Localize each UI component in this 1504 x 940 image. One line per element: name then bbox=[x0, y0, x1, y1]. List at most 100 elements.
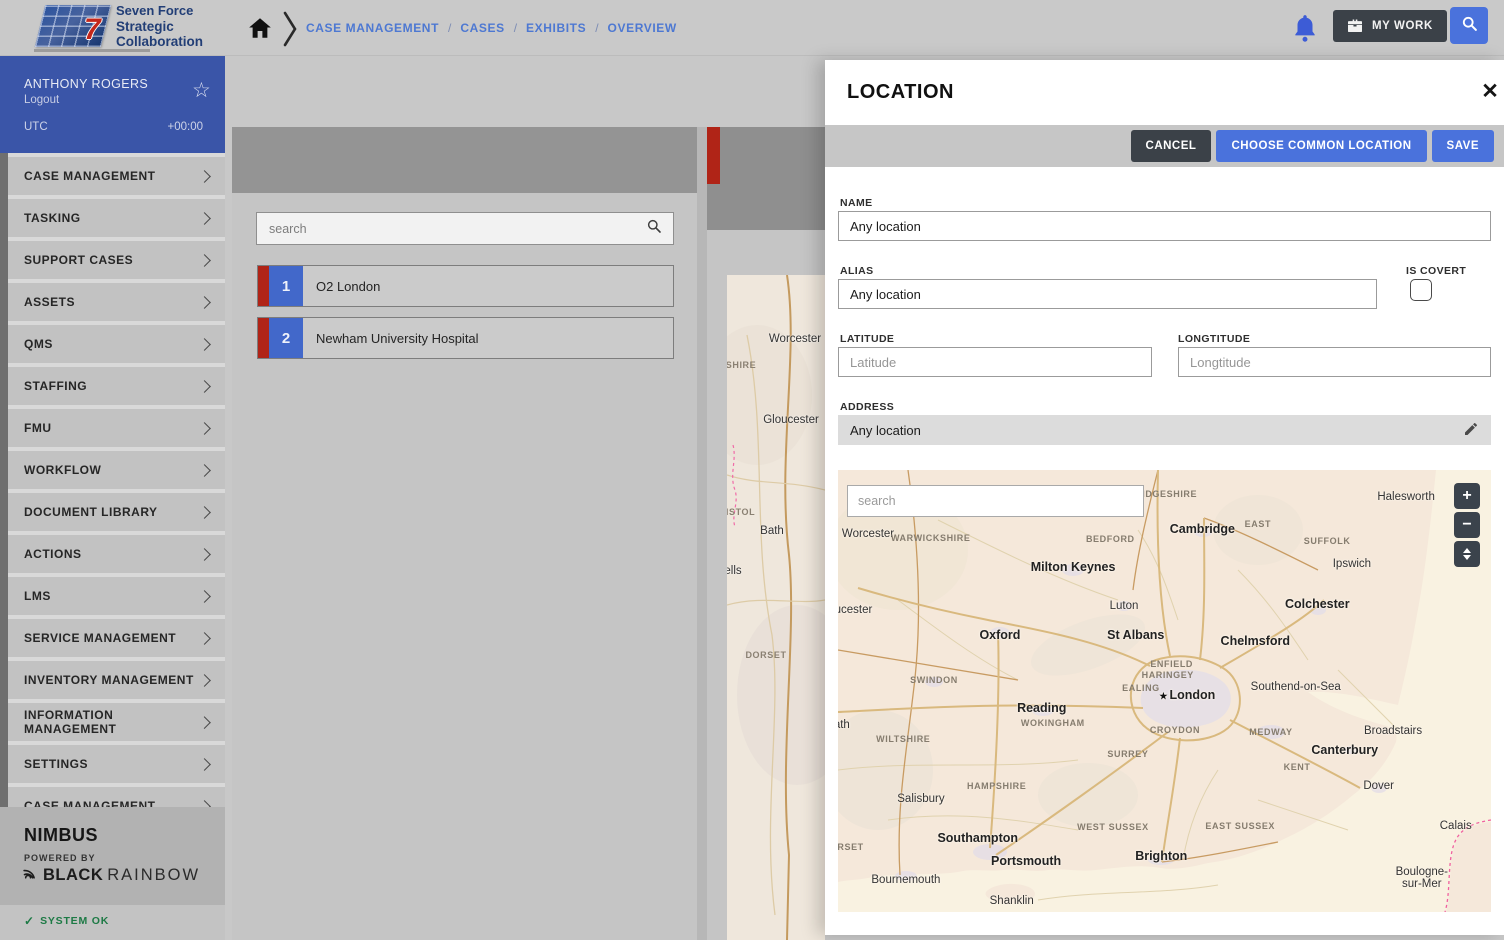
map-label: Worcester bbox=[842, 528, 894, 540]
sidebar-item-label: LMS bbox=[24, 589, 51, 603]
map-label: Brighton bbox=[1135, 849, 1187, 863]
search-icon[interactable] bbox=[646, 218, 662, 239]
map-label: Calais bbox=[1440, 820, 1472, 832]
name-field[interactable] bbox=[838, 211, 1491, 241]
map-label: EALING bbox=[1122, 683, 1160, 693]
zoom-in-button[interactable]: + bbox=[1454, 483, 1480, 509]
sidebar-item[interactable]: LMS bbox=[8, 577, 225, 615]
chevron-right-icon bbox=[198, 758, 211, 771]
user-name: ANTHONY ROGERS bbox=[24, 77, 148, 91]
notifications-bell-icon[interactable] bbox=[1292, 13, 1318, 43]
sidebar-item[interactable]: TASKING bbox=[8, 199, 225, 237]
cancel-button[interactable]: CANCEL bbox=[1131, 130, 1212, 162]
top-header: 7 Seven Force Strategic Collaboration CA… bbox=[0, 0, 1504, 56]
map-label: SURREY bbox=[1107, 749, 1148, 759]
exhibits-search-input[interactable] bbox=[257, 222, 646, 236]
exhibit-list-item[interactable]: 2Newham University Hospital bbox=[257, 317, 674, 359]
my-work-button[interactable]: MY WORK bbox=[1333, 10, 1447, 42]
exhibit-label: Newham University Hospital bbox=[303, 318, 479, 358]
sidebar-item-label: SUPPORT CASES bbox=[24, 253, 133, 267]
sidebar-item[interactable]: CASE MANAGEMENT bbox=[8, 157, 225, 195]
chevron-right-icon bbox=[198, 674, 211, 687]
background-map-label: DORSET bbox=[745, 650, 786, 660]
home-icon[interactable] bbox=[247, 15, 273, 41]
overview-panel: WorcesterSHIREGloucesterRISTOLBathellsDO… bbox=[707, 127, 825, 940]
zoom-out-button[interactable]: − bbox=[1454, 512, 1480, 538]
sidebar-footer: NIMBUS POWERED BY BLACKRAINBOW bbox=[0, 807, 225, 905]
logo-line1: Seven Force bbox=[116, 3, 203, 19]
name-label: NAME bbox=[840, 197, 873, 209]
save-button[interactable]: SAVE bbox=[1432, 130, 1494, 162]
exhibits-panel-header bbox=[232, 127, 697, 193]
exhibits-list: 1O2 London 2Newham University Hospital bbox=[257, 265, 674, 369]
breadcrumb-item[interactable]: OVERVIEW bbox=[608, 21, 677, 35]
sidebar-item[interactable]: SETTINGS bbox=[8, 745, 225, 783]
chevron-right-icon bbox=[198, 170, 211, 183]
map-label: Bournemouth bbox=[871, 874, 940, 886]
brand-rainbow: RAINBOW bbox=[107, 866, 200, 885]
powered-by-label: POWERED BY bbox=[24, 853, 96, 863]
map-label: Gloucester bbox=[838, 604, 872, 616]
rainbow-icon bbox=[22, 865, 39, 886]
exhibit-number-badge: 2 bbox=[269, 318, 303, 358]
sidebar-item[interactable]: ACTIONS bbox=[8, 535, 225, 573]
background-map-label: RISTOL bbox=[727, 507, 755, 517]
logout-link[interactable]: Logout bbox=[24, 94, 59, 106]
alias-field[interactable] bbox=[838, 279, 1377, 309]
is-covert-checkbox[interactable] bbox=[1410, 279, 1432, 301]
edit-pencil-icon[interactable] bbox=[1463, 421, 1479, 440]
map-zoom-controls: + − bbox=[1454, 483, 1480, 567]
brand-black: BLACK bbox=[43, 866, 103, 885]
breadcrumb-item[interactable]: CASES bbox=[460, 21, 504, 35]
latitude-field[interactable] bbox=[838, 347, 1152, 377]
breadcrumb-item[interactable]: CASE MANAGEMENT bbox=[306, 21, 439, 35]
background-map: WorcesterSHIREGloucesterRISTOLBathellsDO… bbox=[727, 275, 825, 940]
sidebar-item-label: ACTIONS bbox=[24, 547, 82, 561]
exhibit-list-item[interactable]: 1O2 London bbox=[257, 265, 674, 307]
sidebar-item[interactable]: INFORMATION MANAGEMENT bbox=[8, 703, 225, 741]
sidebar-item[interactable]: DOCUMENT LIBRARY bbox=[8, 493, 225, 531]
close-icon[interactable]: ✕ bbox=[1473, 74, 1504, 108]
seven-force-logo-text: Seven Force Strategic Collaboration bbox=[116, 3, 203, 50]
sidebar-item-label: SETTINGS bbox=[24, 757, 88, 771]
sidebar-item[interactable]: CASE MANAGEMENT bbox=[8, 787, 225, 807]
exhibits-scrollbar[interactable] bbox=[697, 127, 707, 940]
chevron-right-icon bbox=[198, 464, 211, 477]
sidebar-item-label: FMU bbox=[24, 421, 52, 435]
sidebar-item[interactable]: WORKFLOW bbox=[8, 451, 225, 489]
chevron-right-icon bbox=[198, 380, 211, 393]
location-toolbar: CANCEL CHOOSE COMMON LOCATION SAVE bbox=[825, 125, 1504, 167]
map-label: Bath bbox=[838, 719, 850, 731]
map-label: Cambridge bbox=[1170, 522, 1235, 536]
global-search-button[interactable] bbox=[1450, 7, 1488, 44]
location-map[interactable]: CAMBRIDGESHIREHalesworthCambridgeEASTWor… bbox=[838, 470, 1491, 912]
map-label: Chelmsford bbox=[1221, 634, 1290, 648]
chevron-right-icon bbox=[198, 254, 211, 267]
favorite-star-icon[interactable]: ☆ bbox=[192, 78, 211, 103]
sidebar-item[interactable]: SUPPORT CASES bbox=[8, 241, 225, 279]
map-label: Broadstairs bbox=[1364, 725, 1422, 737]
sidebar-item[interactable]: QMS bbox=[8, 325, 225, 363]
timezone-label: UTC bbox=[24, 121, 48, 133]
sidebar-item[interactable]: INVENTORY MANAGEMENT bbox=[8, 661, 225, 699]
my-work-label: MY WORK bbox=[1372, 20, 1433, 32]
map-label: Ipswich bbox=[1333, 558, 1371, 570]
sidebar-nav: CASE MANAGEMENT TASKING SUPPORT CASES ASSET… bbox=[0, 153, 225, 807]
breadcrumb-item[interactable]: EXHIBITS bbox=[526, 21, 586, 35]
zoom-extent-button[interactable] bbox=[1454, 541, 1480, 567]
map-label: SWINDON bbox=[910, 675, 958, 685]
exhibit-number-badge: 1 bbox=[269, 266, 303, 306]
sidebar-item[interactable]: STAFFING bbox=[8, 367, 225, 405]
sidebar-item[interactable]: FMU bbox=[8, 409, 225, 447]
sidebar-item[interactable]: SERVICE MANAGEMENT bbox=[8, 619, 225, 657]
background-map-label: Gloucester bbox=[763, 414, 819, 426]
choose-common-location-button[interactable]: CHOOSE COMMON LOCATION bbox=[1216, 130, 1426, 162]
chevron-right-icon bbox=[198, 296, 211, 309]
map-search-input[interactable] bbox=[848, 486, 1143, 516]
chevron-right-icon bbox=[198, 506, 211, 519]
map-label: Oxford bbox=[979, 628, 1020, 642]
sidebar-item[interactable]: ASSETS bbox=[8, 283, 225, 321]
map-search-box bbox=[847, 485, 1144, 517]
map-label: Shanklin bbox=[990, 895, 1034, 907]
longitude-field[interactable] bbox=[1178, 347, 1491, 377]
